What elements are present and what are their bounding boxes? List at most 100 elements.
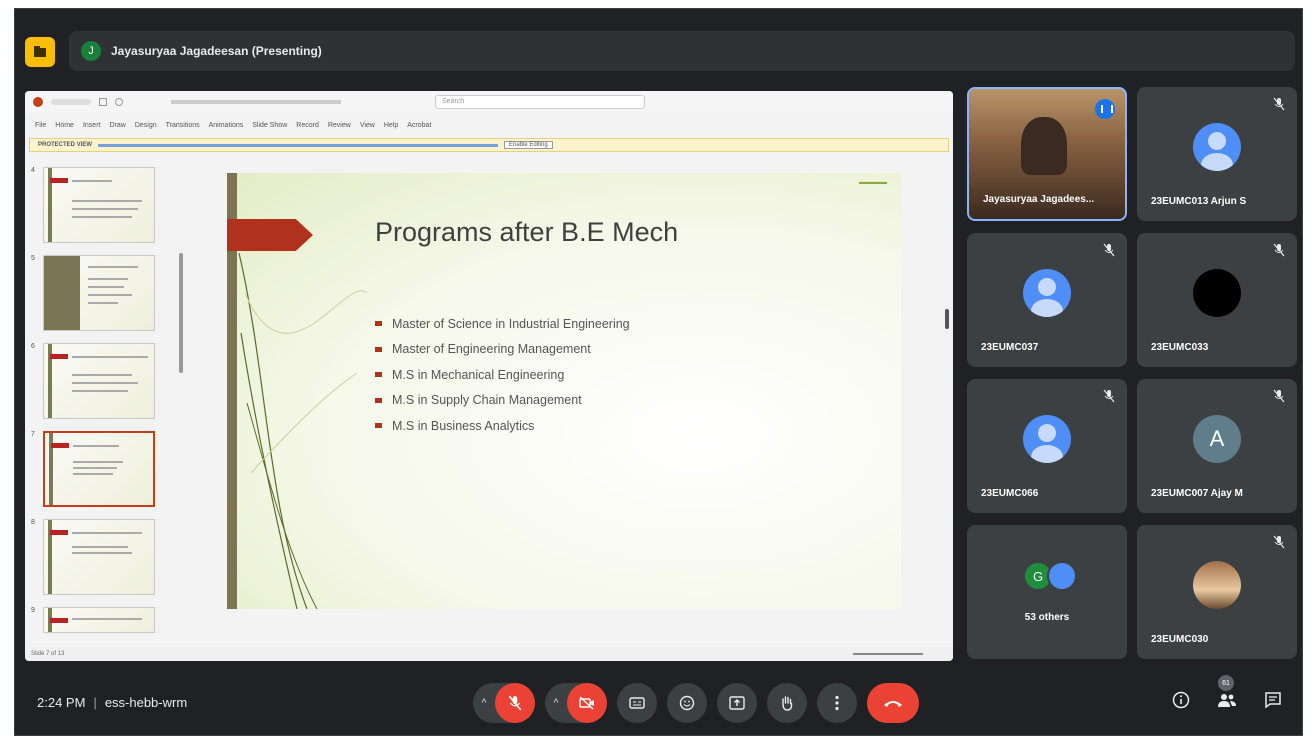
- camera-control: ^: [545, 683, 607, 723]
- app-icon[interactable]: [25, 37, 55, 67]
- participant-name: 23EUMC030: [1151, 634, 1209, 645]
- participant-name: 23EUMC066: [981, 488, 1039, 499]
- avatar: [1193, 123, 1241, 171]
- participant-tile-self[interactable]: Jayasuryaa Jagadees...: [967, 87, 1127, 221]
- avatar: [1047, 561, 1077, 591]
- mic-off-button[interactable]: [495, 683, 535, 723]
- others-tile[interactable]: G 53 others: [967, 525, 1127, 659]
- enable-editing-button[interactable]: Enable Editing: [504, 141, 553, 149]
- slide-bullet: M.S in Business Analytics: [375, 413, 630, 439]
- camera-off-button[interactable]: [567, 683, 607, 723]
- info-icon: [1172, 691, 1190, 709]
- slide-date-placeholder: ▬▬▬▬: [859, 179, 887, 186]
- slide-counter: Slide 7 of 13: [31, 651, 65, 657]
- mic-off-icon: [1273, 243, 1285, 257]
- undo-icon[interactable]: [115, 98, 123, 106]
- thumbnail-scrollbar[interactable]: [179, 253, 183, 373]
- mic-off-icon: [1103, 243, 1115, 257]
- ppt-ribbon-tabs: File Home Insert Draw Design Transitions…: [25, 117, 953, 133]
- slide-title: Programs after B.E Mech: [375, 217, 679, 247]
- zoom-slider[interactable]: [853, 653, 923, 655]
- protected-view-bar: PROTECTED VIEW Enable Editing: [29, 138, 949, 152]
- others-count: 53 others: [1024, 612, 1070, 623]
- ppt-tab-view[interactable]: View: [360, 122, 375, 129]
- slide-scrollbar[interactable]: [945, 309, 949, 329]
- chevron-up-icon[interactable]: ^: [545, 698, 567, 709]
- participant-tile[interactable]: 23EUMC066: [967, 379, 1127, 513]
- chat-button[interactable]: [1262, 689, 1284, 711]
- presenter-bar: J Jayasuryaa Jagadeesan (Presenting): [69, 31, 1295, 71]
- ppt-tab-record[interactable]: Record: [296, 122, 319, 129]
- mic-off-icon: [1273, 389, 1285, 403]
- participant-tile[interactable]: 23EUMC013 Arjun S: [1137, 87, 1297, 221]
- slide-thumb[interactable]: [43, 167, 155, 243]
- meeting-details-button[interactable]: [1170, 689, 1192, 711]
- autosave-toggle[interactable]: [51, 99, 91, 105]
- participant-name: 23EUMC007 Ajay M: [1151, 488, 1243, 499]
- thumb-number: 4: [31, 167, 35, 174]
- leave-call-button[interactable]: [867, 683, 919, 723]
- thumb-number: 5: [31, 255, 35, 262]
- slide-bullet: M.S in Supply Chain Management: [375, 388, 630, 414]
- presenter-label: Jayasuryaa Jagadeesan (Presenting): [111, 44, 322, 58]
- folder-icon: [34, 46, 46, 57]
- others-avatar-stack: G: [1023, 561, 1083, 593]
- ppt-tab-draw[interactable]: Draw: [109, 122, 125, 129]
- slide-thumb[interactable]: [43, 343, 155, 419]
- raise-hand-button[interactable]: [767, 683, 807, 723]
- participant-name: Jayasuryaa Jagadees...: [983, 194, 1095, 205]
- slide-thumb-active[interactable]: [43, 431, 155, 507]
- participant-tile[interactable]: 23EUMC037: [967, 233, 1127, 367]
- ppt-tab-acrobat[interactable]: Acrobat: [407, 122, 431, 129]
- ppt-search-input[interactable]: Search: [435, 95, 645, 109]
- slide-thumbnail-panel: 4 5 6 7 8 9: [29, 161, 183, 647]
- slide-bullet: M.S in Mechanical Engineering: [375, 362, 630, 388]
- ppt-tab-animations[interactable]: Animations: [209, 122, 244, 129]
- avatar: [1193, 269, 1241, 317]
- ppt-tab-design[interactable]: Design: [135, 122, 157, 129]
- slide-thumb[interactable]: [43, 255, 155, 331]
- people-button[interactable]: 61: [1216, 675, 1238, 711]
- slide-arrow-shape: [227, 219, 313, 251]
- protected-label: PROTECTED VIEW: [38, 142, 93, 148]
- ppt-tab-insert[interactable]: Insert: [83, 122, 101, 129]
- ppt-tab-home[interactable]: Home: [55, 122, 74, 129]
- chat-icon: [1265, 692, 1281, 709]
- chevron-up-icon[interactable]: ^: [473, 698, 495, 709]
- ppt-tab-review[interactable]: Review: [328, 122, 351, 129]
- captions-button[interactable]: [617, 683, 657, 723]
- captions-icon: [629, 697, 645, 709]
- participant-tile[interactable]: A 23EUMC007 Ajay M: [1137, 379, 1297, 513]
- meeting-info: 2:24 PM | ess-hebb-wrm: [37, 695, 188, 710]
- ppt-tab-transitions[interactable]: Transitions: [166, 122, 200, 129]
- save-icon[interactable]: [99, 98, 107, 106]
- shared-screen: Search File Home Insert Draw Design Tran…: [25, 91, 953, 661]
- participant-tile[interactable]: 23EUMC033: [1137, 233, 1297, 367]
- slide-bullet: Master of Science in Industrial Engineer…: [375, 311, 630, 337]
- thumb-number: 7: [31, 431, 35, 438]
- present-button[interactable]: [717, 683, 757, 723]
- mic-off-icon: [1273, 535, 1285, 549]
- thumb-number: 6: [31, 343, 35, 350]
- participant-tile[interactable]: 23EUMC030: [1137, 525, 1297, 659]
- meet-window: J Jayasuryaa Jagadeesan (Presenting) Sea…: [14, 8, 1303, 736]
- avatar: [1193, 561, 1241, 609]
- more-options-button[interactable]: [817, 683, 857, 723]
- thumb-number: 9: [31, 607, 35, 614]
- camera-off-icon: [579, 696, 594, 710]
- doc-title-placeholder: [171, 100, 341, 104]
- slide-canvas: ▬▬▬▬ Programs after B.E Mech Master of S…: [227, 173, 901, 609]
- thumb-number: 8: [31, 519, 35, 526]
- ppt-tab-file[interactable]: File: [35, 122, 46, 129]
- people-count-badge: 61: [1218, 675, 1234, 691]
- hang-up-icon: [884, 701, 902, 707]
- slide-thumb[interactable]: [43, 607, 155, 633]
- participant-name: 23EUMC033: [1151, 342, 1209, 353]
- ppt-logo-icon: [33, 97, 43, 107]
- slide-thumb[interactable]: [43, 519, 155, 595]
- ppt-tab-help[interactable]: Help: [384, 122, 398, 129]
- reactions-button[interactable]: [667, 683, 707, 723]
- avatar: [1023, 269, 1071, 317]
- ppt-tab-slideshow[interactable]: Slide Show: [252, 122, 287, 129]
- mic-off-icon: [508, 695, 522, 711]
